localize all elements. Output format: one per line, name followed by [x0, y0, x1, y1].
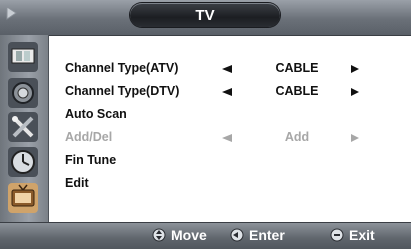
footer-hint-bar: Move Enter Exit: [0, 222, 411, 249]
sound-icon[interactable]: [7, 77, 39, 109]
enter-label: Enter: [249, 227, 285, 243]
menu-item-value: CABLE: [275, 61, 319, 75]
tv-channel-icon[interactable]: [7, 182, 39, 214]
menu-item-auto-scan[interactable]: Auto Scan: [65, 104, 405, 124]
menu-item-label: Add/Del: [65, 130, 113, 144]
left-arrow-icon: [222, 134, 232, 142]
menu-item-label: Edit: [65, 176, 89, 190]
menu-item-value: Add: [284, 130, 310, 144]
tv-osd-menu: TV Channel Type(ATV) CABLE Channel Type(…: [0, 0, 411, 249]
exit-hint: Exit: [330, 227, 375, 243]
enter-button-icon: [230, 228, 244, 242]
right-arrow-icon: [351, 134, 359, 142]
category-sidebar: [0, 35, 49, 222]
menu-item-fin-tune[interactable]: Fin Tune: [65, 150, 405, 170]
right-arrow-icon[interactable]: [351, 88, 359, 96]
time-clock-icon[interactable]: [7, 146, 39, 178]
menu-item-edit[interactable]: Edit: [65, 173, 405, 193]
title-bar: TV: [0, 0, 411, 36]
menu-title: TV: [130, 3, 280, 27]
menu-item-label: Channel Type(ATV): [65, 61, 179, 75]
move-hint: Move: [152, 227, 207, 243]
up-down-nav-icon: [152, 228, 166, 242]
back-arrow-icon[interactable]: [4, 6, 18, 20]
left-arrow-icon[interactable]: [222, 65, 232, 73]
menu-item-label: Auto Scan: [65, 107, 127, 121]
enter-hint: Enter: [230, 227, 285, 243]
menu-title-text: TV: [195, 6, 215, 24]
picture-icon[interactable]: [7, 41, 39, 73]
exit-label: Exit: [349, 227, 375, 243]
exit-button-icon: [330, 228, 344, 242]
menu-item-channel-type-dtv[interactable]: Channel Type(DTV) CABLE: [65, 81, 405, 101]
menu-item-value: CABLE: [275, 84, 319, 98]
move-label: Move: [171, 227, 207, 243]
menu-item-add-del: Add/Del Add: [65, 127, 405, 147]
menu-item-channel-type-atv[interactable]: Channel Type(ATV) CABLE: [65, 58, 405, 78]
menu-item-label: Channel Type(DTV): [65, 84, 180, 98]
left-arrow-icon[interactable]: [222, 88, 232, 96]
menu-item-label: Fin Tune: [65, 153, 117, 167]
tv-settings-panel: Channel Type(ATV) CABLE Channel Type(DTV…: [49, 36, 411, 222]
right-arrow-icon[interactable]: [351, 65, 359, 73]
setup-tools-icon[interactable]: [7, 111, 39, 143]
